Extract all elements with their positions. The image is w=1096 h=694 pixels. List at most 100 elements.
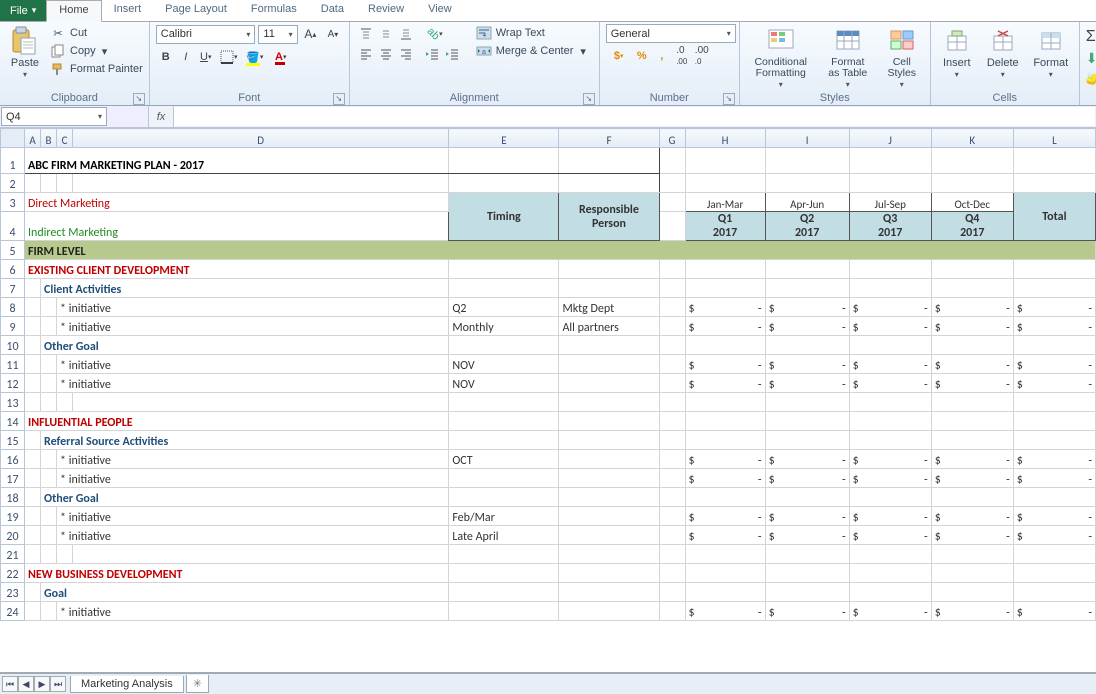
format-painter-button[interactable]: Format Painter bbox=[50, 60, 143, 78]
col-header-E[interactable]: E bbox=[449, 129, 559, 148]
align-middle-button[interactable] bbox=[376, 24, 396, 44]
grow-font-button[interactable]: A▴ bbox=[301, 24, 321, 44]
col-header-D[interactable]: D bbox=[73, 129, 449, 148]
row-header-10[interactable]: 10 bbox=[1, 336, 25, 355]
row-header-1[interactable]: 1 bbox=[1, 148, 25, 174]
percent-button[interactable]: % bbox=[632, 46, 652, 66]
tab-view[interactable]: View bbox=[416, 0, 464, 21]
border-button[interactable]: ▾ bbox=[216, 47, 242, 67]
col-header-F[interactable]: F bbox=[559, 129, 659, 148]
tab-review[interactable]: Review bbox=[356, 0, 416, 21]
clipboard-launcher[interactable]: ↘ bbox=[133, 93, 145, 105]
row-header-14[interactable]: 14 bbox=[1, 412, 25, 431]
col-header-A[interactable]: A bbox=[25, 129, 41, 148]
row-header-4[interactable]: 4 bbox=[1, 212, 25, 241]
tab-insert[interactable]: Insert bbox=[102, 0, 154, 21]
row-header-8[interactable]: 8 bbox=[1, 298, 25, 317]
copy-button[interactable]: Copy▾ bbox=[50, 42, 143, 60]
align-center-button[interactable] bbox=[376, 44, 396, 64]
select-all-corner[interactable] bbox=[1, 129, 25, 148]
align-left-button[interactable] bbox=[356, 44, 376, 64]
row-header-13[interactable]: 13 bbox=[1, 393, 25, 412]
sheet-nav-last[interactable]: ⏭ bbox=[50, 676, 66, 692]
bold-button[interactable]: B bbox=[156, 47, 176, 67]
col-header-G[interactable]: G bbox=[659, 129, 685, 148]
row-header-23[interactable]: 23 bbox=[1, 583, 25, 602]
col-header-B[interactable]: B bbox=[41, 129, 57, 148]
col-header-H[interactable]: H bbox=[685, 129, 765, 148]
col-header-K[interactable]: K bbox=[931, 129, 1013, 148]
paste-button[interactable]: Paste ▾ bbox=[6, 24, 44, 81]
col-header-I[interactable]: I bbox=[765, 129, 849, 148]
font-size-select[interactable]: 11▾ bbox=[258, 25, 297, 44]
file-tab[interactable]: File▾ bbox=[0, 0, 46, 21]
tab-formulas[interactable]: Formulas bbox=[239, 0, 309, 21]
row-header-18[interactable]: 18 bbox=[1, 488, 25, 507]
fill-color-button[interactable]: 🪣▾ bbox=[242, 47, 268, 67]
spreadsheet-grid[interactable]: ABCDEFGHIJKL1ABC FIRM MARKETING PLAN - 2… bbox=[0, 128, 1096, 673]
insert-cells-button[interactable]: Insert▾ bbox=[937, 24, 977, 81]
row-header-2[interactable]: 2 bbox=[1, 174, 25, 193]
increase-indent-button[interactable] bbox=[442, 44, 462, 64]
align-bottom-button[interactable] bbox=[396, 24, 416, 44]
sheet-nav-next[interactable]: ▶ bbox=[34, 676, 50, 692]
row-header-16[interactable]: 16 bbox=[1, 450, 25, 469]
number-format-select[interactable]: General▾ bbox=[606, 24, 736, 43]
conditional-formatting-button[interactable]: Conditional Formatting▾ bbox=[746, 24, 816, 91]
row-header-12[interactable]: 12 bbox=[1, 374, 25, 393]
col-header-L[interactable]: L bbox=[1013, 129, 1095, 148]
sheet-tab-active[interactable]: Marketing Analysis bbox=[70, 676, 184, 693]
col-header-C[interactable]: C bbox=[57, 129, 73, 148]
align-top-button[interactable] bbox=[356, 24, 376, 44]
font-color-button[interactable]: A▾ bbox=[268, 47, 294, 67]
merge-center-button[interactable]: aMerge & Center▾ bbox=[476, 42, 586, 60]
row-header-7[interactable]: 7 bbox=[1, 279, 25, 298]
wrap-text-button[interactable]: Wrap Text bbox=[476, 24, 586, 42]
sheet-nav-prev[interactable]: ◀ bbox=[18, 676, 34, 692]
tab-page-layout[interactable]: Page Layout bbox=[153, 0, 239, 21]
tab-data[interactable]: Data bbox=[309, 0, 356, 21]
underline-button[interactable]: U▾ bbox=[196, 47, 216, 67]
fx-button[interactable]: fx bbox=[148, 106, 174, 127]
shrink-font-button[interactable]: A▾ bbox=[323, 24, 343, 44]
row-header-11[interactable]: 11 bbox=[1, 355, 25, 374]
row-header-9[interactable]: 9 bbox=[1, 317, 25, 336]
row-header-5[interactable]: 5 bbox=[1, 241, 25, 260]
col-header-J[interactable]: J bbox=[849, 129, 931, 148]
sheet-tab-bar: ⏮ ◀ ▶ ⏭ Marketing Analysis ✳ bbox=[0, 673, 1096, 694]
row-header-20[interactable]: 20 bbox=[1, 526, 25, 545]
increase-decimal-button[interactable]: .0.00 bbox=[672, 46, 692, 66]
row-header-24[interactable]: 24 bbox=[1, 602, 25, 621]
row-header-19[interactable]: 19 bbox=[1, 507, 25, 526]
decrease-indent-button[interactable] bbox=[422, 44, 442, 64]
accounting-format-button[interactable]: $▾ bbox=[606, 46, 632, 66]
cut-button[interactable]: ✂Cut bbox=[50, 24, 143, 42]
tab-home[interactable]: Home bbox=[46, 0, 101, 22]
font-launcher[interactable]: ↘ bbox=[333, 93, 345, 105]
delete-cells-button[interactable]: Delete▾ bbox=[983, 24, 1023, 81]
row-header-22[interactable]: 22 bbox=[1, 564, 25, 583]
comma-button[interactable]: , bbox=[652, 46, 672, 66]
row-header-3[interactable]: 3 bbox=[1, 193, 25, 212]
format-cells-button[interactable]: Format▾ bbox=[1029, 24, 1073, 81]
row-header-21[interactable]: 21 bbox=[1, 545, 25, 564]
table-icon bbox=[833, 26, 863, 56]
ribbon: Paste ▾ ✂Cut Copy▾ Format Painter Clipbo… bbox=[0, 22, 1096, 106]
font-name-select[interactable]: Calibri▾ bbox=[156, 25, 256, 44]
italic-button[interactable]: I bbox=[176, 47, 196, 67]
number-launcher[interactable]: ↘ bbox=[723, 93, 735, 105]
orientation-button[interactable]: ab▾ bbox=[422, 24, 448, 44]
name-box[interactable]: Q4▾ bbox=[1, 107, 107, 126]
align-right-button[interactable] bbox=[396, 44, 416, 64]
svg-text:a: a bbox=[482, 49, 486, 56]
format-as-table-button[interactable]: Format as Table▾ bbox=[822, 24, 874, 91]
row-header-15[interactable]: 15 bbox=[1, 431, 25, 450]
sheet-tab-new[interactable]: ✳ bbox=[186, 675, 209, 693]
cell-styles-button[interactable]: Cell Styles▾ bbox=[880, 24, 924, 91]
alignment-launcher[interactable]: ↘ bbox=[583, 93, 595, 105]
decrease-decimal-button[interactable]: .00.0 bbox=[692, 46, 712, 66]
row-header-17[interactable]: 17 bbox=[1, 469, 25, 488]
sheet-nav-first[interactable]: ⏮ bbox=[2, 676, 18, 692]
row-header-6[interactable]: 6 bbox=[1, 260, 25, 279]
formula-input[interactable] bbox=[174, 107, 1095, 126]
